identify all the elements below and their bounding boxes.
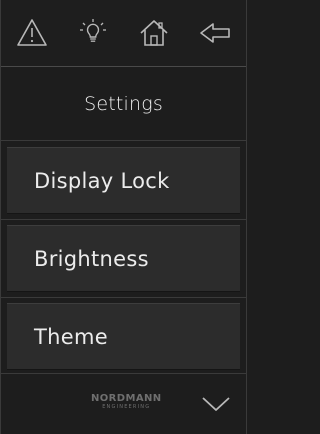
scroll-down-button[interactable]: [198, 386, 234, 422]
warning-button[interactable]: [7, 8, 57, 58]
page-title: Settings: [1, 67, 246, 141]
brand-logo: NORDMANN ENGINEERING: [91, 394, 162, 410]
top-toolbar: [1, 0, 246, 67]
menu-divider: [1, 219, 246, 220]
menu-item-label: Theme: [34, 324, 108, 349]
menu-divider: [1, 297, 246, 298]
lightbulb-icon: [79, 19, 106, 42]
menu-item-brightness[interactable]: Brightness: [7, 225, 240, 292]
brightness-button[interactable]: [68, 8, 118, 58]
logo-tagline: ENGINEERING: [102, 404, 151, 410]
warning-icon: [16, 19, 47, 46]
chevron-down-icon: [202, 397, 230, 411]
home-button[interactable]: [129, 8, 179, 58]
menu-item-display-lock[interactable]: Display Lock: [7, 147, 240, 214]
menu-item-label: Brightness: [34, 246, 149, 271]
back-button[interactable]: [190, 8, 240, 58]
home-icon: [140, 20, 168, 46]
menu-item-label: Display Lock: [34, 168, 170, 193]
device-screen: Settings Display Lock Brightness Theme N…: [0, 0, 247, 434]
bottom-bar: NORDMANN ENGINEERING: [1, 373, 246, 434]
logo-wordmark: NORDMANN: [91, 393, 162, 404]
back-arrow-icon: [200, 23, 231, 43]
menu-item-theme[interactable]: Theme: [7, 303, 240, 370]
settings-menu: Display Lock Brightness Theme: [1, 142, 246, 370]
